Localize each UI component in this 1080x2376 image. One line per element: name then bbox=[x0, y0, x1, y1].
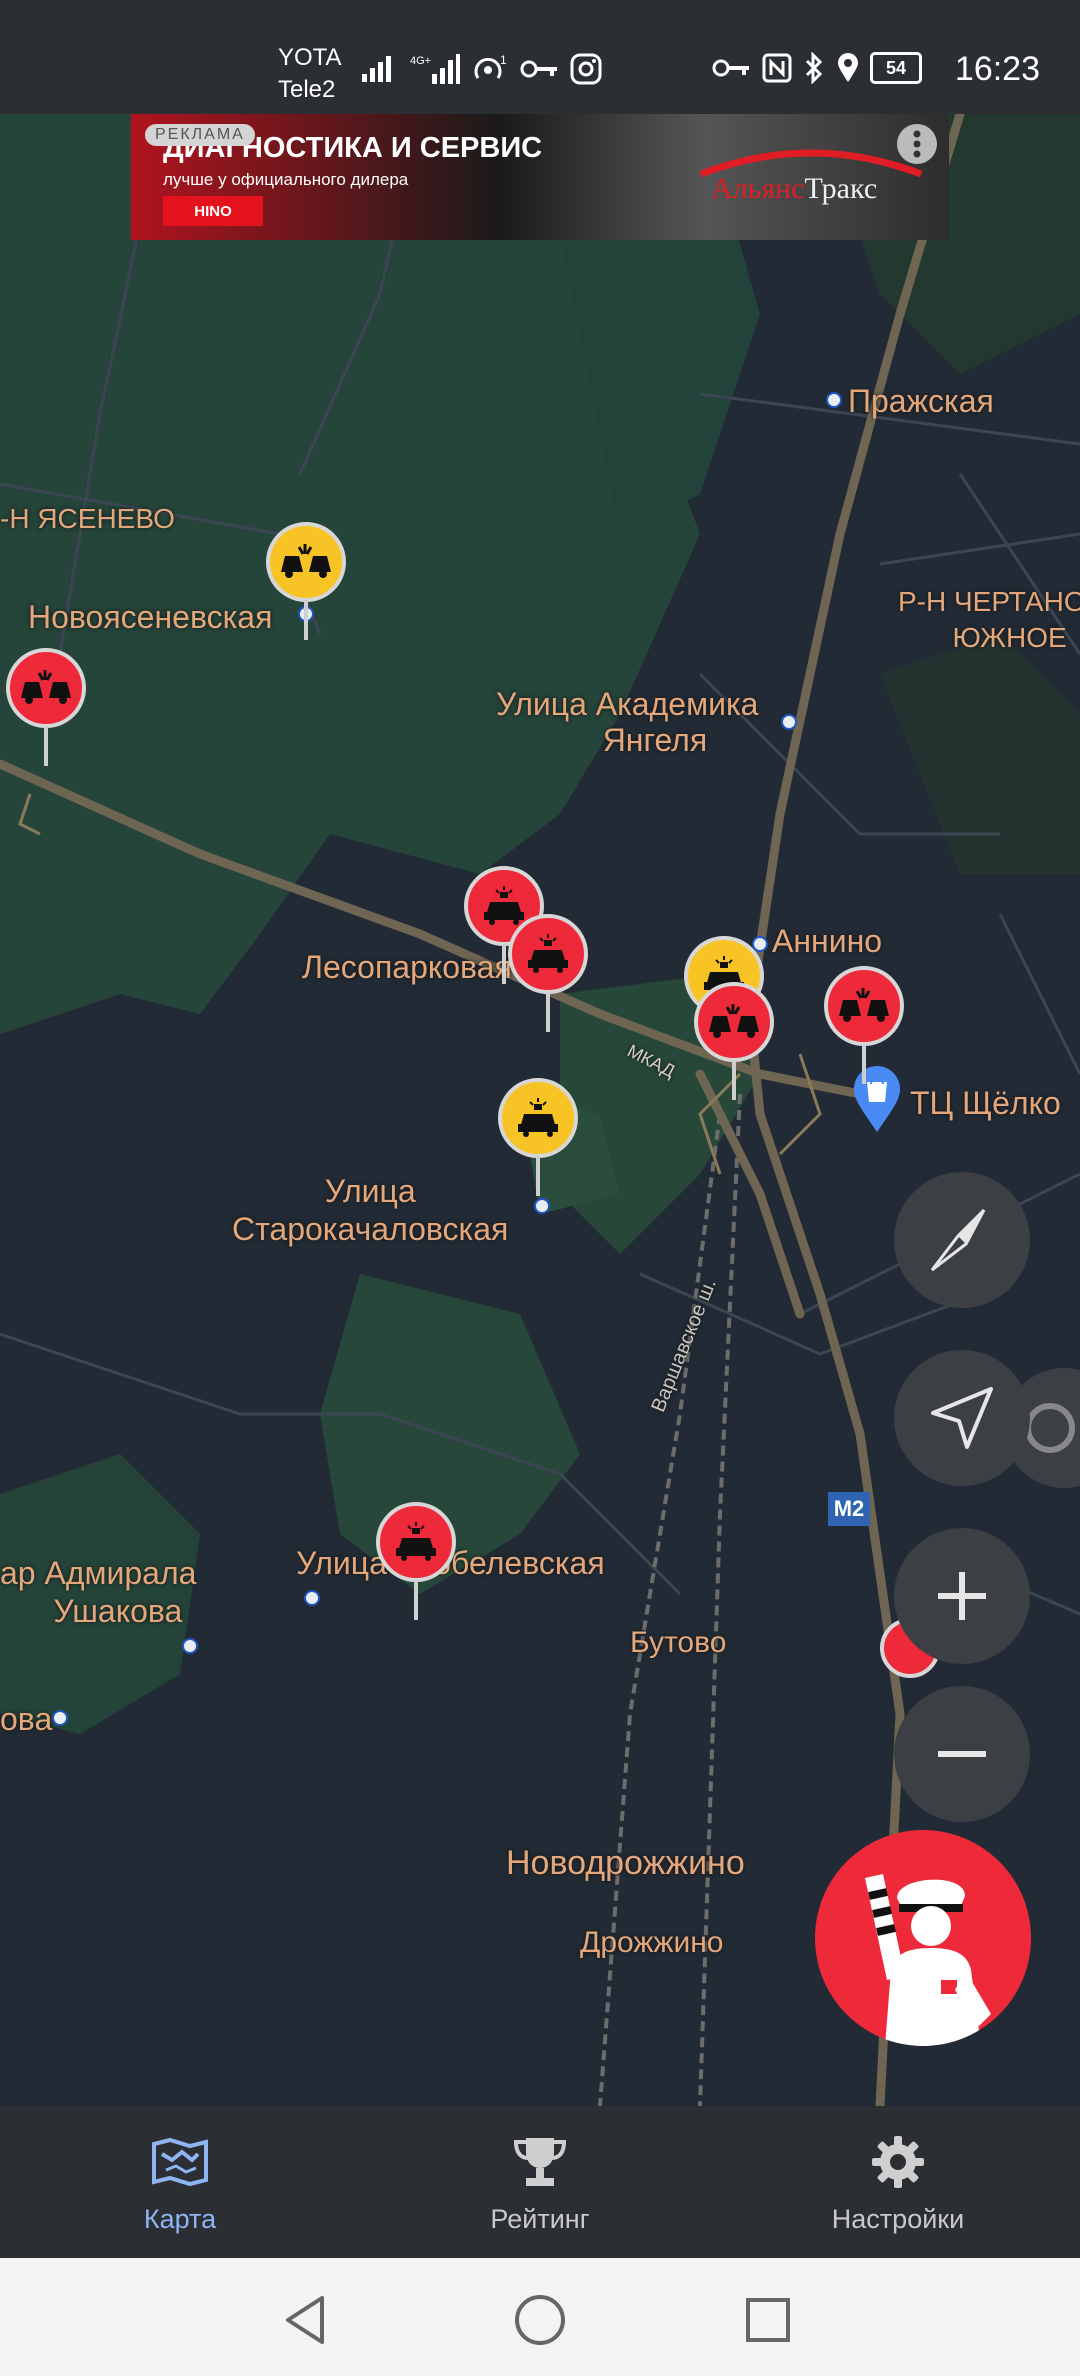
hino-logo: HINO bbox=[163, 196, 263, 226]
compass-icon bbox=[930, 1208, 986, 1272]
status-bar: YOTA Tele2 4G+ 1 54 16:23 bbox=[0, 0, 1080, 114]
pin-stem bbox=[862, 1044, 866, 1084]
bottom-navigation: Карта Рейтинг Настройки bbox=[0, 2106, 1080, 2258]
carrier-top: YOTA bbox=[278, 44, 342, 71]
map-label-chertanovo: Р-Н ЧЕРТАНО ЮЖНОЕ bbox=[898, 586, 1080, 653]
map-label-novodrozhzhino: Новодрожжино bbox=[506, 1844, 745, 1882]
map-label-drozhzhino: Дрожжино bbox=[580, 1926, 724, 1959]
report-police-button[interactable] bbox=[815, 1830, 1031, 2046]
pin-stem bbox=[414, 1580, 418, 1620]
ad-subtitle: лучше у официального дилера bbox=[163, 170, 409, 189]
police-car-icon bbox=[376, 1502, 456, 1582]
vpn-key-icon bbox=[712, 59, 749, 77]
compass-button[interactable] bbox=[894, 1172, 1030, 1308]
highway-shield-m2: M2 bbox=[828, 1492, 870, 1526]
system-navigation-bar bbox=[0, 2258, 1080, 2376]
ad-banner[interactable]: ДИАГНОСТИКА И СЕРВИС РЕКЛАМА лучше у офи… bbox=[131, 114, 949, 240]
accident-icon bbox=[824, 966, 904, 1046]
ad-brand-part1: Альянс bbox=[711, 172, 805, 205]
map-label-ova: ова bbox=[0, 1701, 53, 1737]
tab-rating[interactable]: Рейтинг bbox=[390, 2106, 690, 2258]
pin-stem bbox=[536, 1156, 540, 1196]
battery-level: 54 bbox=[885, 57, 907, 78]
police-car-icon bbox=[508, 914, 588, 994]
map-view[interactable]: Пражская -Н ЯСЕНЕВО Новоясеневская Р-Н Ч… bbox=[0, 114, 1080, 2106]
svg-text:1: 1 bbox=[500, 53, 507, 67]
accident-icon bbox=[6, 648, 86, 728]
navigation-arrow-icon bbox=[931, 1387, 993, 1449]
carrier-bottom: Tele2 bbox=[278, 76, 336, 103]
carrier-info: YOTA Tele2 bbox=[278, 42, 342, 106]
map-label-novoyasenevskaya: Новоясеневская bbox=[28, 599, 273, 635]
map-icon bbox=[152, 2137, 208, 2187]
ad-options-button[interactable] bbox=[897, 124, 937, 164]
police-car-icon bbox=[498, 1078, 578, 1158]
tab-settings-label: Настройки bbox=[831, 2204, 965, 2234]
tab-rating-label: Рейтинг bbox=[490, 2204, 590, 2234]
gear-icon bbox=[872, 2136, 924, 2188]
incident-marker-accident[interactable] bbox=[824, 966, 904, 1086]
map-label-shchelkovo: ТЦ Щёлко bbox=[910, 1085, 1061, 1121]
location-icon bbox=[838, 53, 858, 82]
accident-icon bbox=[694, 982, 774, 1062]
status-icons-left: 4G+ 1 bbox=[360, 52, 602, 86]
metro-icon bbox=[52, 1710, 68, 1726]
metro-icon bbox=[781, 714, 797, 730]
metro-icon bbox=[304, 1590, 320, 1606]
metro-icon bbox=[534, 1198, 550, 1214]
map-label-starokachalovskaya: Улица Старокачаловская bbox=[232, 1173, 509, 1247]
my-location-button[interactable] bbox=[894, 1350, 1030, 1486]
plus-icon bbox=[938, 1572, 986, 1620]
incident-marker-accident[interactable] bbox=[6, 648, 86, 768]
pin-stem bbox=[732, 1060, 736, 1100]
status-icons-right: 54 bbox=[712, 52, 922, 84]
recents-icon[interactable] bbox=[744, 2296, 794, 2346]
ad-brand: АльянсТракс bbox=[711, 172, 877, 206]
metro-icon bbox=[826, 392, 842, 408]
home-icon[interactable] bbox=[512, 2292, 568, 2348]
map-label-yasenevo: -Н ЯСЕНЕВО bbox=[0, 503, 175, 534]
pin-stem bbox=[502, 944, 506, 984]
zoom-in-button[interactable] bbox=[894, 1528, 1030, 1664]
incident-marker-police[interactable] bbox=[508, 914, 588, 1034]
svg-text:4G+: 4G+ bbox=[410, 55, 431, 67]
back-icon[interactable] bbox=[282, 2294, 330, 2346]
map-label-admirala-ushakova: ар Адмирала Ушакова bbox=[0, 1555, 197, 1629]
incident-marker-accident[interactable] bbox=[266, 522, 346, 642]
pin-stem bbox=[546, 992, 550, 1032]
trophy-icon bbox=[513, 2138, 567, 2186]
signal-4g-icon: 4G+ bbox=[410, 54, 460, 84]
zoom-out-button[interactable] bbox=[894, 1686, 1030, 1822]
incident-marker-accident[interactable] bbox=[694, 982, 774, 1102]
signal-icon bbox=[362, 56, 391, 82]
ad-brand-part2: Тракс bbox=[804, 172, 878, 205]
incident-marker-police[interactable] bbox=[376, 1502, 456, 1622]
hotspot-icon: 1 bbox=[474, 53, 507, 79]
instagram-icon bbox=[570, 53, 602, 85]
minus-icon bbox=[938, 1751, 986, 1757]
accident-icon bbox=[266, 522, 346, 602]
clock: 16:23 bbox=[954, 50, 1040, 88]
tab-settings[interactable]: Настройки bbox=[748, 2106, 1048, 2258]
nfc-icon bbox=[762, 53, 792, 83]
pin-stem bbox=[304, 600, 308, 640]
map-label-annino: Аннино bbox=[772, 923, 883, 959]
metro-icon bbox=[182, 1638, 198, 1654]
key-icon bbox=[520, 60, 557, 78]
tab-map-label: Карта bbox=[143, 2204, 217, 2234]
traffic-police-icon bbox=[865, 1874, 991, 2046]
more-vertical-icon bbox=[913, 130, 921, 158]
bluetooth-icon bbox=[805, 52, 823, 84]
ad-tag: РЕКЛАМА bbox=[145, 124, 255, 146]
incident-marker-police[interactable] bbox=[498, 1078, 578, 1198]
tab-map[interactable]: Карта bbox=[30, 2106, 330, 2258]
map-label-akademika-yangelya: Улица Академика Янгеля bbox=[496, 686, 759, 758]
map-label-butovo: Бутово bbox=[630, 1626, 727, 1659]
battery-icon: 54 bbox=[870, 52, 922, 84]
pin-stem bbox=[44, 726, 48, 766]
map-label-prazhskaya: Пражская bbox=[848, 383, 994, 419]
